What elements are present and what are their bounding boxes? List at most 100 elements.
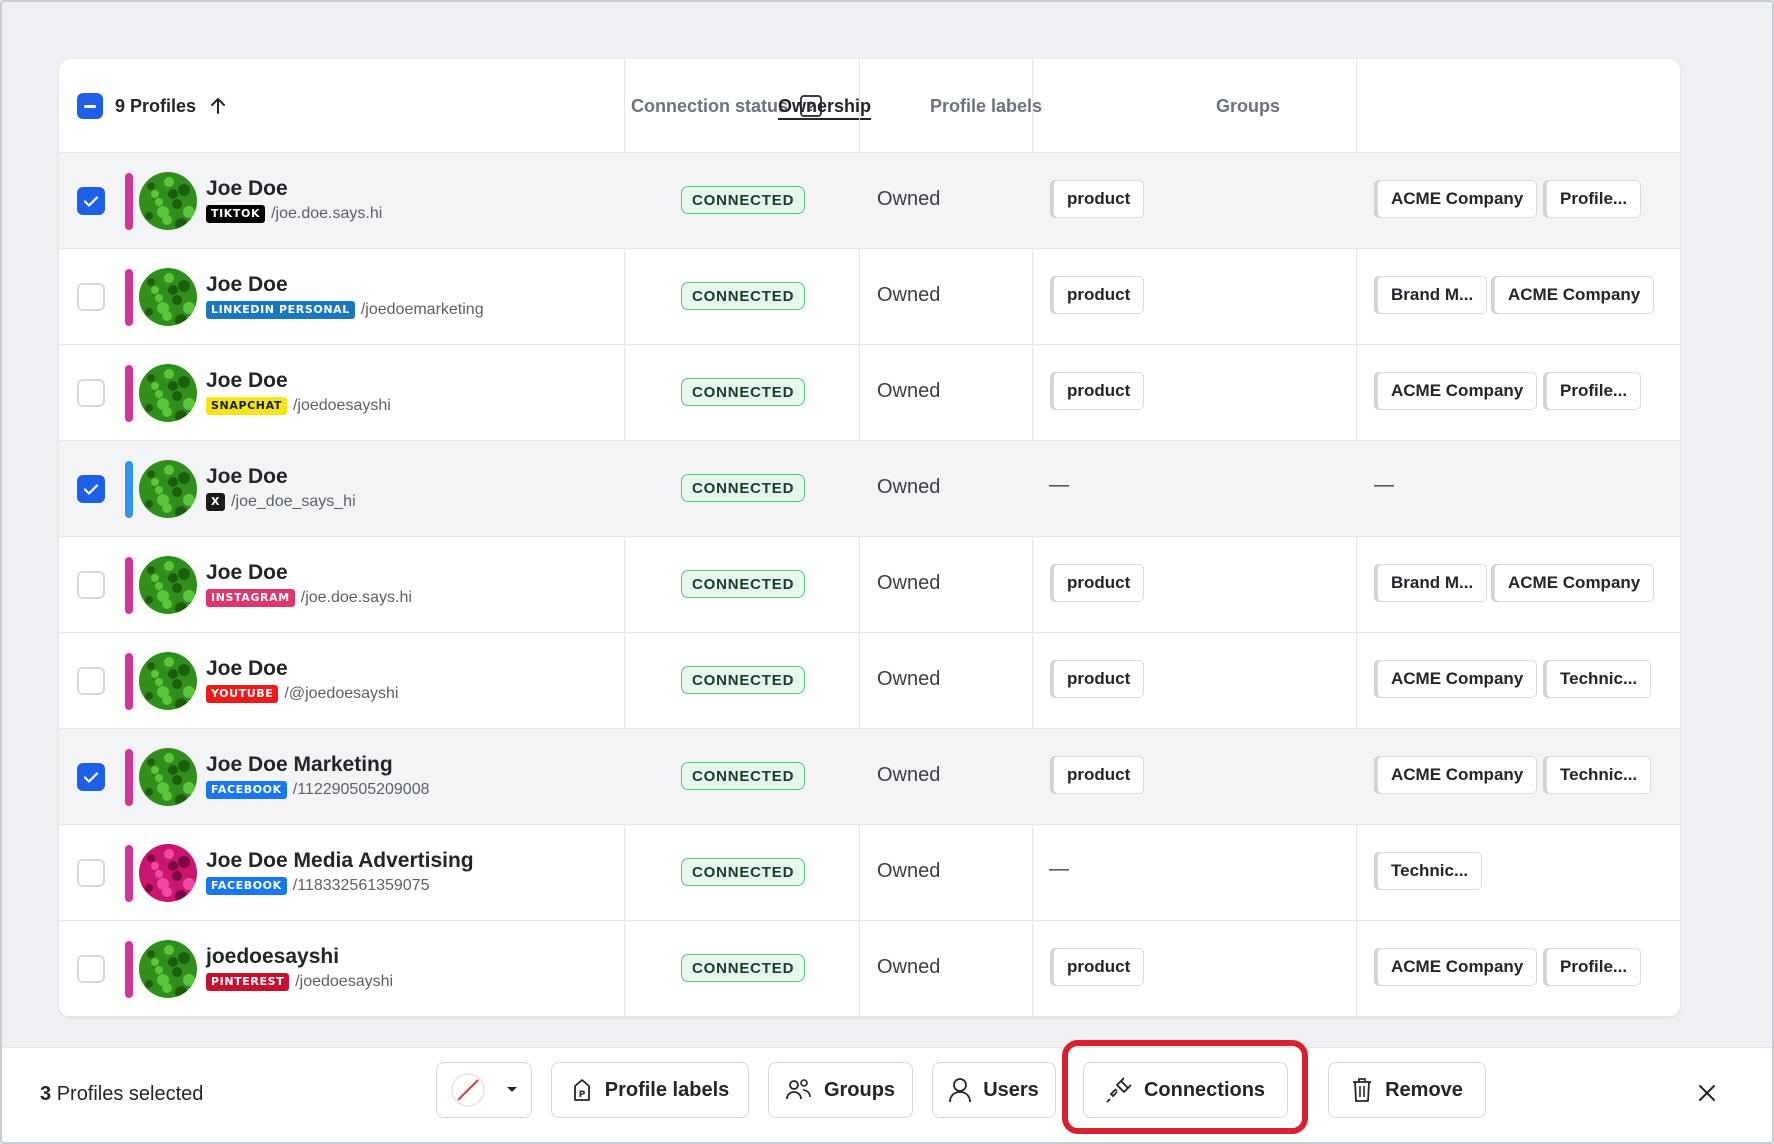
table-row[interactable]: Joe Doe Marketing FACEBOOK/11229050520900… <box>59 729 1680 825</box>
group-chip[interactable]: ACME Company <box>1377 180 1538 218</box>
status-badge: CONNECTED <box>681 570 806 598</box>
group-chip[interactable]: Brand M... <box>1377 564 1488 602</box>
profile-label-chip[interactable]: product <box>1053 180 1145 218</box>
groups-button[interactable]: Groups <box>768 1062 913 1118</box>
profile-meta: PINTEREST/joedoesayshi <box>206 973 393 991</box>
network-badge: INSTAGRAM <box>206 589 295 607</box>
plug-icon <box>1106 1077 1132 1103</box>
profile-color-bar <box>125 653 133 710</box>
remove-button-label: Remove <box>1385 1078 1463 1101</box>
status-badge: CONNECTED <box>681 474 806 502</box>
table-row[interactable]: Joe Doe X/joe_doe_says_hi CONNECTED Owned — — <box>59 441 1680 537</box>
row-checkbox[interactable] <box>77 571 105 599</box>
group-chip[interactable]: Profile... <box>1546 180 1642 218</box>
table-row[interactable]: Joe Doe INSTAGRAM/joe.doe.says.hi CONNECTE… <box>59 537 1680 633</box>
user-icon <box>949 1077 972 1103</box>
profile-labels-button-label: Profile labels <box>604 1078 730 1101</box>
remove-button[interactable]: Remove <box>1328 1062 1486 1118</box>
network-badge: TIKTOK <box>206 205 266 223</box>
ownership-value: Owned <box>877 956 941 978</box>
header-ownership[interactable]: Ownership <box>778 59 871 153</box>
profile-labels-button[interactable]: P Profile labels <box>551 1062 749 1118</box>
header-profile-labels: Profile labels <box>930 59 1042 153</box>
group-chip[interactable]: Profile... <box>1546 948 1642 986</box>
ownership-value: Owned <box>877 860 941 882</box>
group-chip[interactable]: Technic... <box>1377 852 1483 890</box>
no-color-icon <box>450 1072 486 1108</box>
profile-meta: X/joe_doe_says_hi <box>206 493 356 511</box>
users-button[interactable]: Users <box>932 1062 1056 1118</box>
avatar <box>139 652 197 710</box>
avatar <box>139 172 197 230</box>
table-row[interactable]: joedoesayshi PINTEREST/joedoesayshi CONNEC… <box>59 921 1680 1017</box>
profile-label-chip[interactable]: product <box>1053 756 1145 794</box>
group-chip[interactable]: ACME Company <box>1377 756 1538 794</box>
profile-name[interactable]: Joe Doe <box>206 465 288 489</box>
arrow-up-icon[interactable] <box>210 97 226 115</box>
group-chip[interactable]: Brand M... <box>1377 276 1488 314</box>
users-button-label: Users <box>983 1078 1039 1101</box>
color-picker-button[interactable] <box>436 1062 532 1118</box>
profile-label-chip[interactable]: product <box>1053 948 1145 986</box>
row-checkbox[interactable] <box>77 475 105 503</box>
row-checkbox[interactable] <box>77 283 105 311</box>
select-all-checkbox[interactable] <box>77 93 103 119</box>
table-row[interactable]: Joe Doe Media Advertising FACEBOOK/118332… <box>59 825 1680 921</box>
group-chip[interactable]: Technic... <box>1546 660 1652 698</box>
table-row[interactable]: Joe Doe TIKTOK/joe.doe.says.hi CONNECTED Ow… <box>59 153 1680 249</box>
profile-label-chip[interactable]: product <box>1053 372 1145 410</box>
ownership-label[interactable]: Ownership <box>778 96 871 117</box>
row-checkbox[interactable] <box>77 859 105 887</box>
profile-handle: /joedoesayshi <box>295 973 394 990</box>
ownership-value: Owned <box>877 764 941 786</box>
profile-name[interactable]: Joe Doe Marketing <box>206 753 393 777</box>
profile-name[interactable]: Joe Doe <box>206 561 288 585</box>
profile-color-bar <box>125 557 133 614</box>
group-chip[interactable]: ACME Company <box>1377 948 1538 986</box>
profile-name[interactable]: Joe Doe Media Advertising <box>206 849 474 873</box>
profiles-count-header[interactable]: 9 Profiles <box>115 96 196 117</box>
ownership-value: Owned <box>877 380 941 402</box>
group-chip[interactable]: Technic... <box>1546 756 1652 794</box>
profile-meta: LINKEDIN PERSONAL/joedoemarketing <box>206 301 484 319</box>
row-checkbox[interactable] <box>77 187 105 215</box>
profile-name[interactable]: Joe Doe <box>206 273 288 297</box>
avatar <box>139 844 197 902</box>
chevron-down-icon <box>506 1086 518 1094</box>
profile-handle: /112290505209008 <box>292 781 430 798</box>
profile-label-chip[interactable]: product <box>1053 564 1145 602</box>
group-chip[interactable]: ACME Company <box>1494 276 1655 314</box>
profile-name[interactable]: Joe Doe <box>206 177 288 201</box>
row-checkbox[interactable] <box>77 667 105 695</box>
connection-status-label: Connection status <box>631 95 789 116</box>
close-icon[interactable] <box>1692 1078 1722 1108</box>
table-row[interactable]: Joe Doe SNAPCHAT/joedoesayshi CONNECTED Own… <box>59 345 1680 441</box>
profile-label-chip[interactable]: product <box>1053 276 1145 314</box>
table-row[interactable]: Joe Doe LINKEDIN PERSONAL/joedoemarketing… <box>59 249 1680 345</box>
network-badge: X <box>206 493 226 511</box>
group-chip[interactable]: ACME Company <box>1377 660 1538 698</box>
profile-name[interactable]: Joe Doe <box>206 369 288 393</box>
groups-label: Groups <box>1216 95 1281 116</box>
profile-handle: /joe.doe.says.hi <box>271 205 383 222</box>
row-checkbox[interactable] <box>77 955 105 983</box>
profile-name[interactable]: joedoesayshi <box>206 945 339 969</box>
network-badge: YOUTUBE <box>206 685 279 703</box>
group-chip[interactable]: Profile... <box>1546 372 1642 410</box>
profile-handle: /118332561359075 <box>292 877 430 894</box>
row-checkbox[interactable] <box>77 763 105 791</box>
group-chip[interactable]: ACME Company <box>1494 564 1655 602</box>
group-chip[interactable]: ACME Company <box>1377 372 1538 410</box>
avatar <box>139 268 197 326</box>
profile-color-bar <box>125 365 133 422</box>
profile-labels-label: Profile labels <box>930 95 1043 116</box>
ownership-value: Owned <box>877 572 941 594</box>
ownership-value: Owned <box>877 284 941 306</box>
table-row[interactable]: Joe Doe YOUTUBE /@joedoesayshi CONNECTED Own… <box>59 633 1680 729</box>
network-badge: PINTEREST <box>206 973 290 991</box>
svg-text:P: P <box>578 1090 585 1100</box>
row-checkbox[interactable] <box>77 379 105 407</box>
profile-label-chip[interactable]: product <box>1053 660 1145 698</box>
profile-name[interactable]: Joe Doe <box>206 657 288 681</box>
connections-button[interactable]: Connections <box>1083 1062 1288 1118</box>
